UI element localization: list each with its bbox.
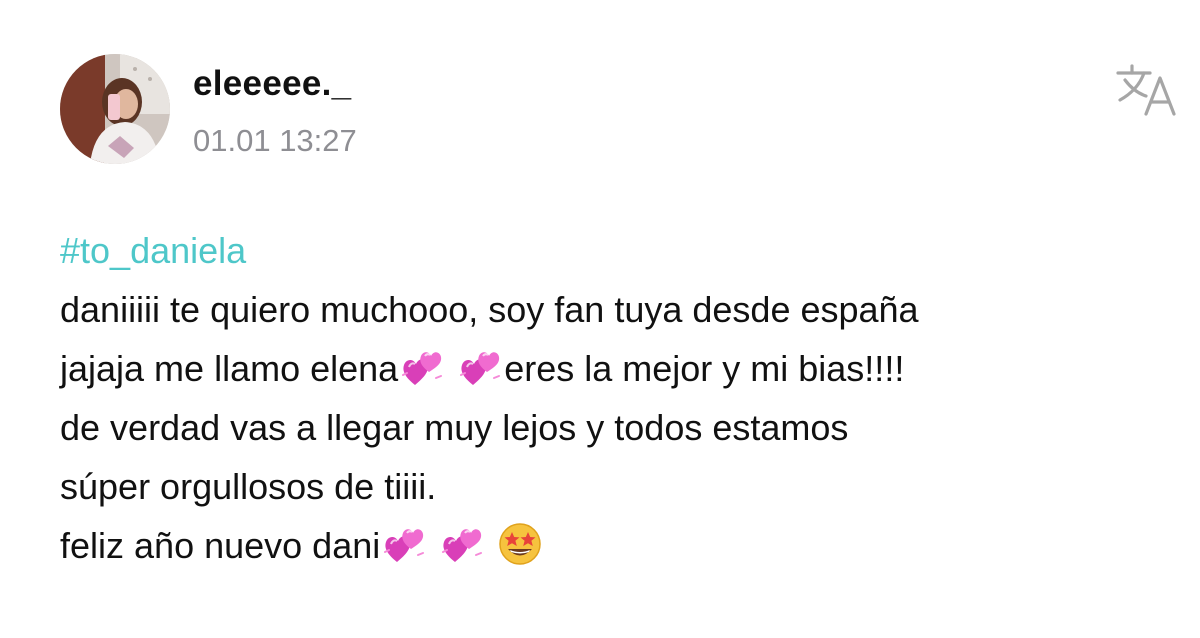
two-hearts-emoji (440, 522, 484, 566)
star-struck-emoji (498, 522, 542, 566)
post-text-line: daniiiii te quiero muchooo, soy fan tuya… (60, 280, 1185, 339)
two-hearts-emoji (382, 522, 426, 566)
post-text: de verdad vas a llegar muy lejos y todos… (60, 407, 849, 448)
post-text-line: feliz año nuevo dani (60, 516, 1185, 575)
post-text: jajaja me llamo elena (60, 348, 399, 389)
post-timestamp: 01.01 13:27 (193, 123, 357, 158)
two-hearts-emoji (458, 345, 502, 389)
avatar[interactable] (60, 54, 170, 164)
hashtag-link[interactable]: #to_daniela (60, 222, 1185, 280)
two-hearts-emoji (400, 345, 444, 389)
translate-icon[interactable] (1116, 62, 1182, 118)
post-text: súper orgullosos de tiiii. (60, 466, 437, 507)
post-text: daniiiii te quiero muchooo, soy fan tuya… (60, 289, 919, 330)
post-text-line: de verdad vas a llegar muy lejos y todos… (60, 398, 1185, 457)
post-text: eres la mejor y mi bias!!!! (504, 348, 905, 389)
username[interactable]: eleeeee._ (193, 64, 351, 104)
post-text-line: jajaja me llamo elena eres la mejor y mi… (60, 339, 1185, 398)
post-text-line: súper orgullosos de tiiii. (60, 457, 1185, 516)
post-header: eleeeee._ 01.01 13:27 (60, 54, 1182, 166)
post-body: #to_daniela daniiiii te quiero muchooo, … (60, 222, 1185, 575)
post-text: feliz año nuevo dani (60, 525, 381, 566)
